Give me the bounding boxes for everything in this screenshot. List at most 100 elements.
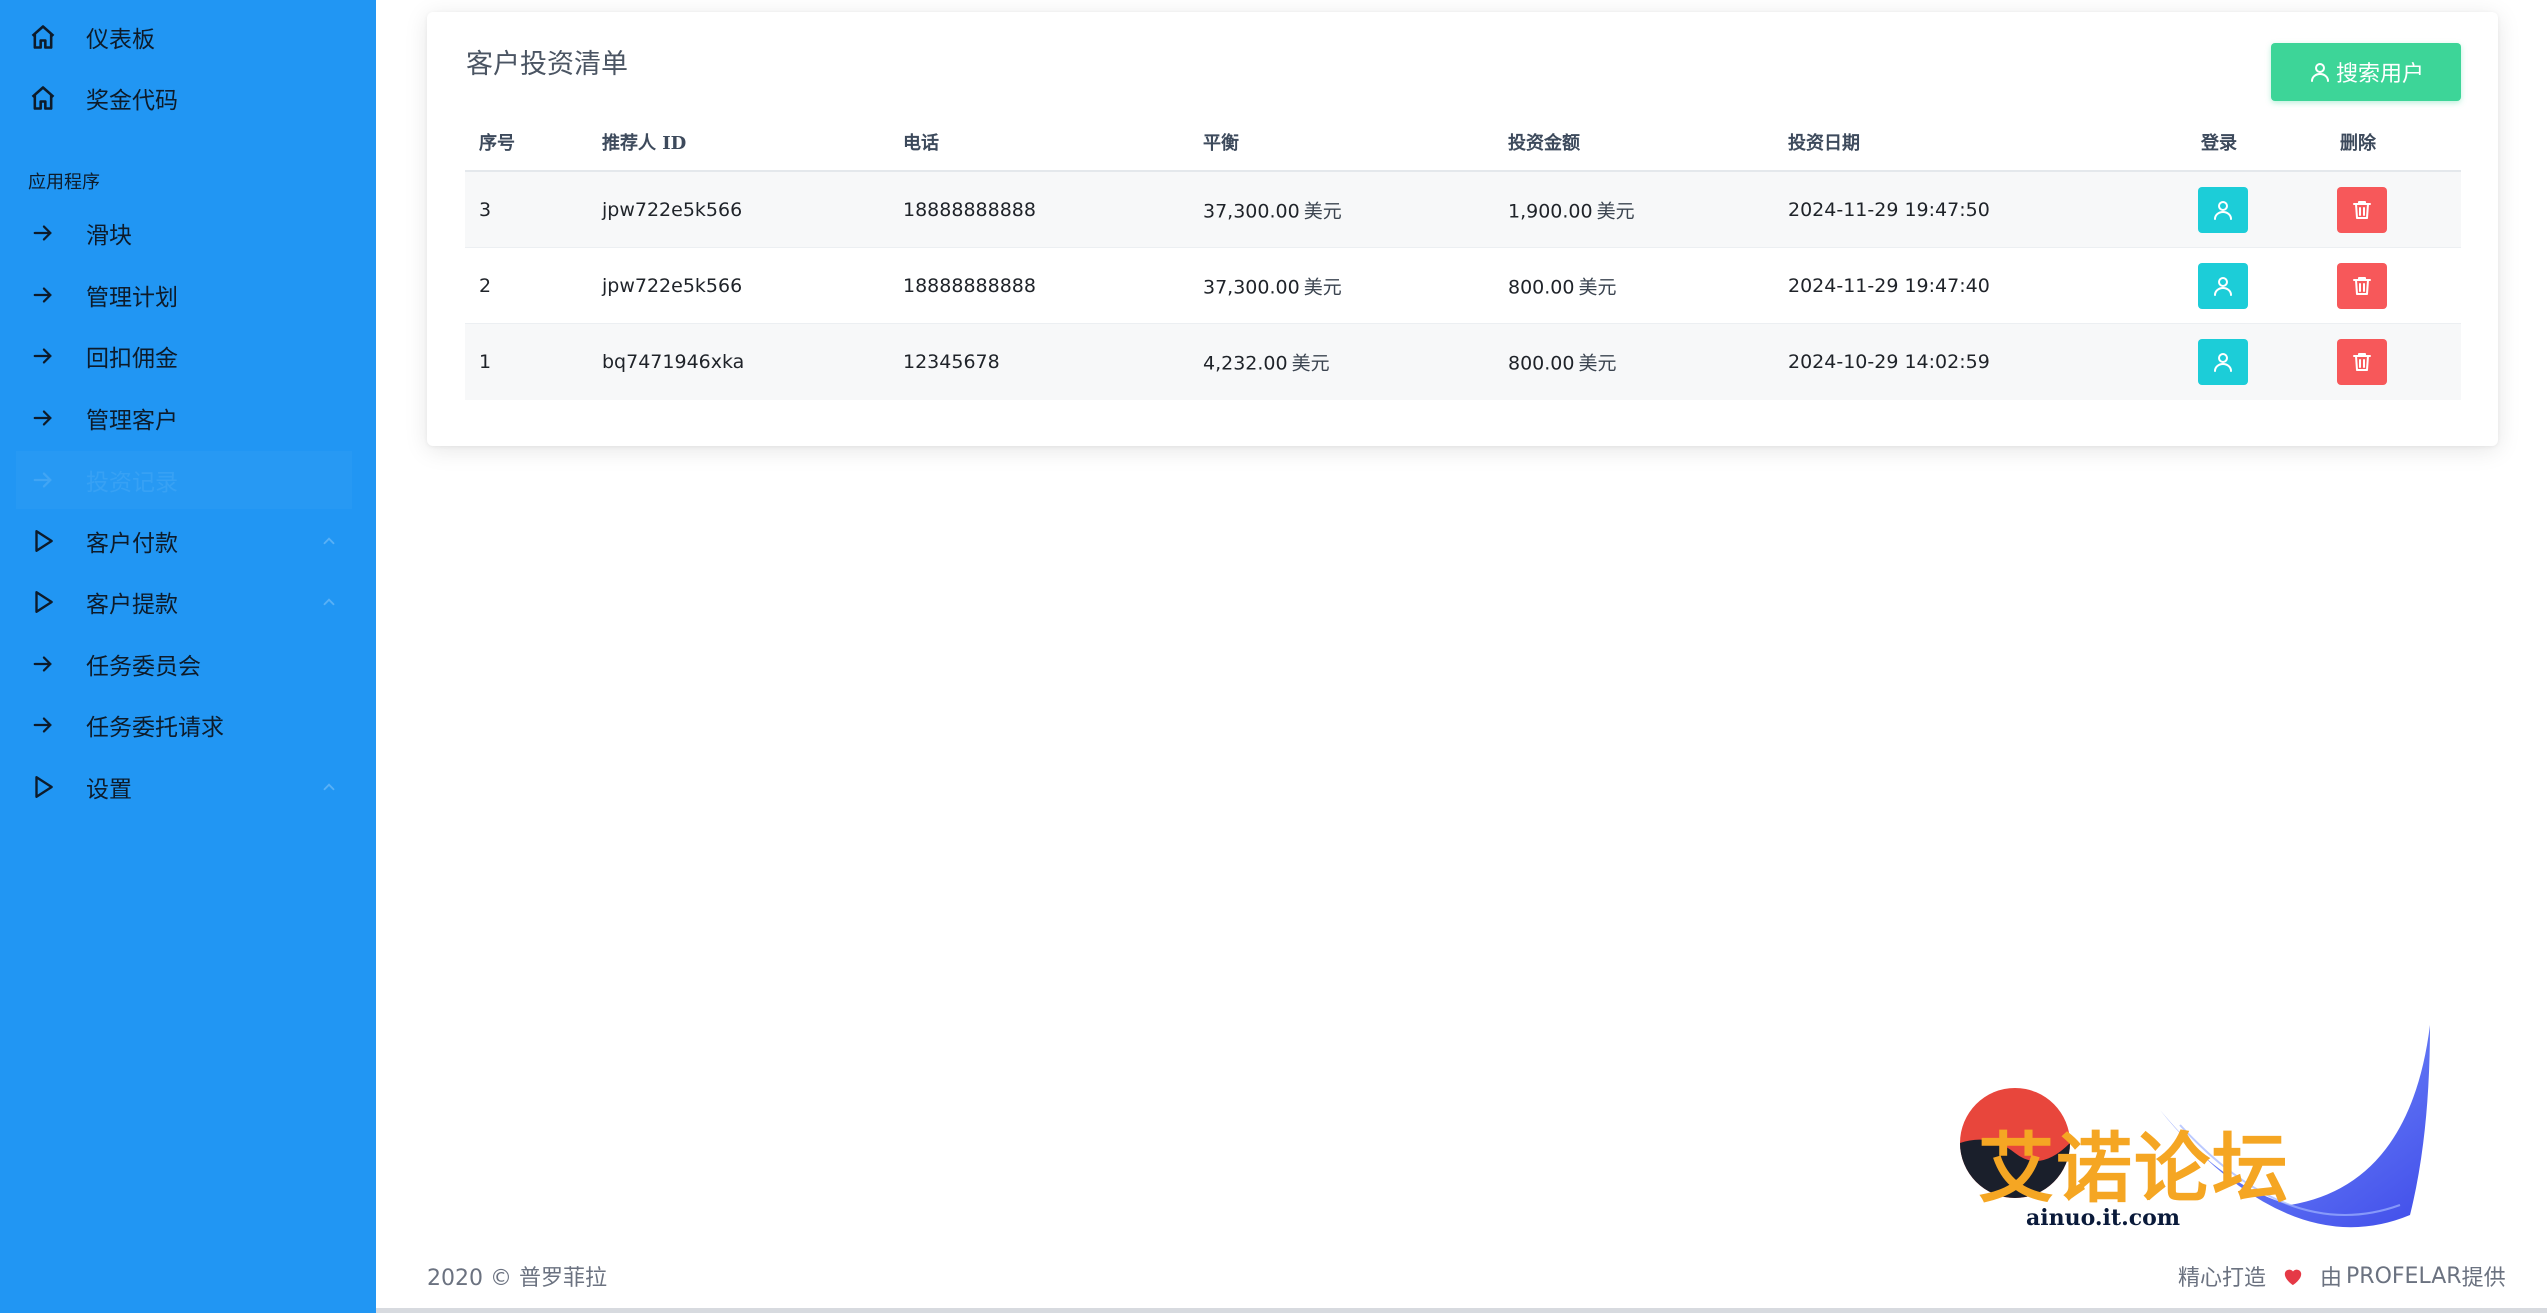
sidebar-section-label: 应用程序	[28, 172, 100, 193]
amount-value: 800.00	[1508, 352, 1575, 375]
cell-index: 2	[479, 274, 492, 297]
chevron-up-icon	[320, 593, 338, 611]
arrow-right-icon	[28, 218, 58, 248]
footer-provided: 提供	[2461, 1266, 2506, 1291]
sidebar-item-task-commission-requests[interactable]: 任务委托请求	[0, 696, 376, 754]
sidebar-item-label: 客户付款	[86, 531, 178, 557]
delete-button[interactable]	[2337, 262, 2387, 309]
currency-unit: 美元	[1596, 200, 1635, 222]
watermark-title: 艾诺论坛	[1978, 1124, 2290, 1213]
sidebar-item-rebate-commission[interactable]: 回扣佣金	[0, 327, 376, 385]
sidebar: 仪表板 奖金代码 应用程序 滑块 管理计划 回扣佣金 管理客户 投资记录 客户付…	[0, 0, 376, 1313]
amount-value: 1,900.00	[1508, 200, 1593, 222]
trash-icon	[2353, 200, 2371, 219]
table-row: 1 bq7471946xka 12345678 4,232.00 美元 800.0…	[465, 324, 2461, 400]
sidebar-item-label: 奖金代码	[86, 88, 178, 114]
arrow-right-icon	[28, 403, 58, 433]
investment-table: 序号 推荐人 ID 电话 平衡 投资金额 投资日期 登录 删除 3 jpw722…	[465, 109, 2461, 400]
arrow-right-icon	[28, 341, 58, 371]
chevron-up-icon	[320, 532, 338, 550]
footer-crafted: 精心打造	[2178, 1266, 2267, 1291]
footer-copyright: 2020 © 普罗菲拉	[427, 1260, 607, 1292]
login-button[interactable]	[2198, 186, 2248, 233]
cell-referrer-id: bq7471946xka	[602, 351, 745, 373]
user-icon	[2214, 200, 2232, 220]
sidebar-item-manage-plans[interactable]: 管理计划	[0, 266, 376, 324]
header-login: 登录	[2201, 133, 2237, 154]
cell-date: 2024-11-29 19:47:40	[1788, 274, 1990, 297]
table-row: 3 jpw722e5k566 18888888888 37,300.00 美元 1…	[465, 172, 2461, 248]
arrow-right-icon	[28, 710, 58, 740]
delete-button[interactable]	[2337, 339, 2387, 385]
user-icon	[2214, 276, 2232, 296]
currency-unit: 美元	[1303, 276, 1342, 298]
cell-date: 2024-10-29 14:02:59	[1788, 351, 1990, 373]
currency-unit: 美元	[1291, 352, 1330, 375]
sidebar-item-settings[interactable]: 设置	[0, 758, 376, 816]
header-balance: 平衡	[1203, 133, 1239, 154]
currency-unit: 美元	[1303, 200, 1342, 222]
user-icon	[2310, 63, 2329, 82]
header-investment-amount: 投资金额	[1508, 133, 1580, 154]
delete-button[interactable]	[2337, 186, 2387, 233]
footer-company: 普罗菲拉	[518, 1266, 607, 1291]
arrow-right-icon	[28, 465, 58, 495]
sidebar-item-dashboard[interactable]: 仪表板	[0, 8, 376, 66]
user-icon	[2214, 353, 2232, 372]
cell-referrer-id: jpw722e5k566	[602, 274, 743, 297]
sidebar-item-label: 任务委员会	[86, 654, 201, 680]
footer-by: 由	[2320, 1266, 2343, 1291]
bottom-border	[0, 1308, 2547, 1313]
sidebar-item-customer-payments[interactable]: 客户付款	[0, 512, 376, 570]
amount-value: 800.00	[1508, 276, 1575, 298]
arrow-right-icon	[28, 649, 58, 679]
play-icon	[28, 587, 58, 617]
cell-balance: 37,300.00 美元	[1203, 196, 1342, 223]
cell-amount: 1,900.00 美元	[1508, 196, 1635, 223]
cell-index: 3	[479, 198, 492, 221]
investment-list-card: 客户投资清单 搜索用户 序号 推荐人 ID 电话 平衡 投资金额 投资日期 登录…	[427, 12, 2498, 446]
table-header: 序号 推荐人 ID 电话 平衡 投资金额 投资日期 登录 删除	[465, 109, 2461, 172]
play-icon	[28, 526, 58, 556]
sidebar-item-customer-withdrawals[interactable]: 客户提款	[0, 573, 376, 631]
cell-balance: 37,300.00 美元	[1203, 272, 1342, 299]
heart-icon	[2284, 1269, 2302, 1286]
header-investment-date: 投资日期	[1788, 133, 1860, 154]
currency-unit: 美元	[1578, 276, 1617, 298]
trash-icon	[2353, 276, 2371, 295]
footer-credit: 精心打造 由 PROFELAR 提供	[2178, 1260, 2506, 1292]
search-user-button[interactable]: 搜索用户	[2271, 43, 2461, 101]
watermark-logo: 艾诺论坛 ainuo.it.com	[1960, 1015, 2440, 1245]
sidebar-item-label: 投资记录	[86, 470, 178, 496]
sidebar-item-label: 滑块	[86, 223, 132, 249]
sidebar-item-label: 任务委托请求	[86, 715, 224, 741]
trash-icon	[2353, 353, 2371, 371]
footer-brand[interactable]: PROFELAR	[2346, 1264, 2462, 1289]
table-row: 2 jpw722e5k566 18888888888 37,300.00 美元 8…	[465, 248, 2461, 324]
cell-amount: 800.00 美元	[1508, 272, 1617, 299]
login-button[interactable]	[2198, 262, 2248, 309]
header-phone: 电话	[903, 133, 939, 154]
bottom-border-sidebar	[0, 1308, 376, 1313]
sidebar-item-slider[interactable]: 滑块	[0, 204, 376, 262]
cell-date: 2024-11-29 19:47:50	[1788, 198, 1990, 221]
cell-phone: 18888888888	[903, 198, 1036, 221]
balance-value: 4,232.00	[1203, 352, 1288, 375]
login-button[interactable]	[2198, 339, 2248, 385]
sidebar-item-label: 客户提款	[86, 592, 178, 618]
sidebar-item-manage-customers[interactable]: 管理客户	[0, 389, 376, 447]
page-title: 客户投资清单	[466, 49, 628, 80]
home-icon	[28, 22, 58, 52]
header-referrer-id: 推荐人 ID	[602, 133, 687, 154]
arrow-right-icon	[28, 280, 58, 310]
watermark-url: ainuo.it.com	[2026, 1205, 2181, 1231]
sidebar-item-investment-records[interactable]: 投资记录	[16, 451, 352, 509]
sidebar-item-label: 回扣佣金	[86, 346, 178, 372]
sidebar-item-bonus-code[interactable]: 奖金代码	[0, 69, 376, 127]
cell-balance: 4,232.00 美元	[1203, 349, 1330, 376]
balance-value: 37,300.00	[1203, 276, 1300, 298]
currency-unit: 美元	[1578, 352, 1617, 375]
footer-year: 2020 ©	[427, 1266, 512, 1291]
sidebar-item-task-committee[interactable]: 任务委员会	[0, 635, 376, 693]
home-icon	[28, 83, 58, 113]
